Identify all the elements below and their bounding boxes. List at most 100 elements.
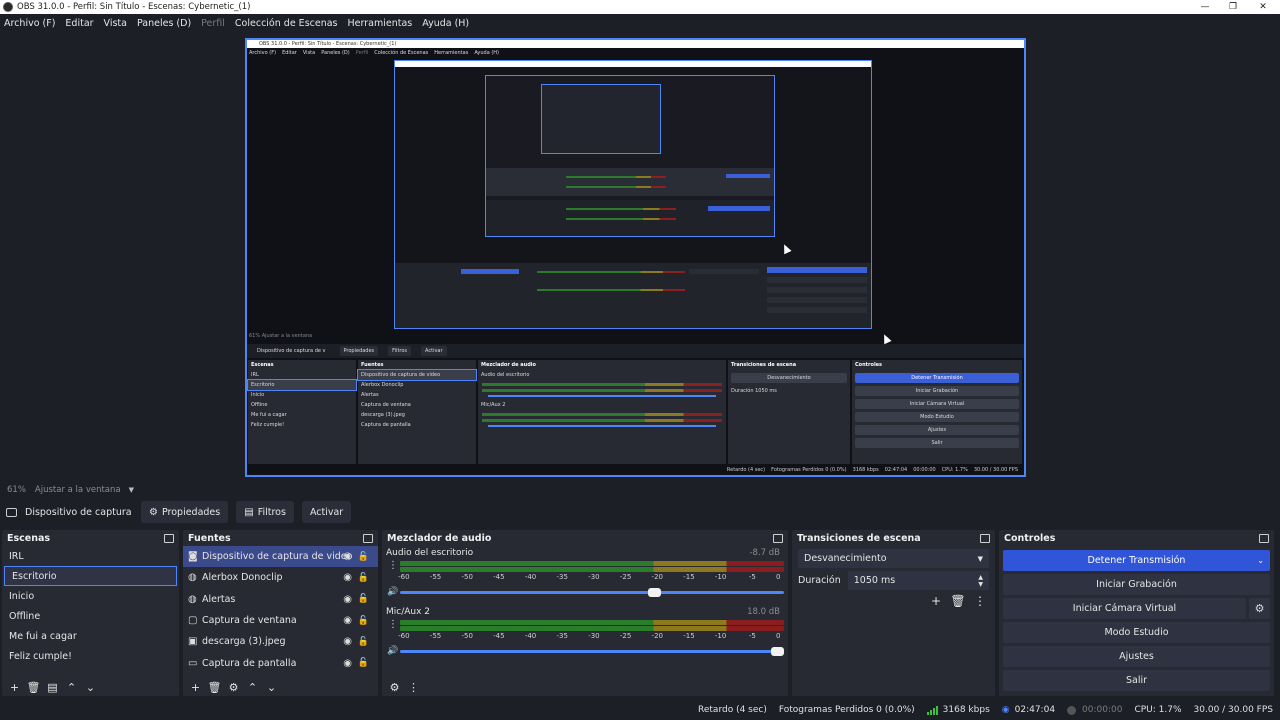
scene-item[interactable]: Offline bbox=[2, 606, 179, 626]
menu-vista[interactable]: Vista bbox=[104, 18, 127, 29]
lock-icon[interactable]: 🔓 bbox=[358, 573, 369, 583]
popout-icon[interactable] bbox=[164, 533, 174, 543]
eye-icon[interactable]: ◉ bbox=[343, 658, 352, 669]
popout-icon[interactable] bbox=[980, 533, 990, 543]
nested-source-name: Dispositivo de captura de v bbox=[257, 348, 326, 354]
filter-icon[interactable]: ▤ bbox=[45, 680, 60, 695]
gear-icon[interactable]: ⚙ bbox=[1249, 598, 1270, 619]
selected-source-name: Dispositivo de captura de v bbox=[25, 506, 131, 518]
eye-icon[interactable]: ◉ bbox=[343, 594, 352, 605]
nested-status-item: Fotogramas Perdidos 0 (0.0%) bbox=[771, 467, 847, 473]
filter-icon: ▤ bbox=[244, 506, 254, 518]
settings-button[interactable]: Ajustes bbox=[1003, 646, 1270, 667]
source-item[interactable]: ▣ descarga (3).jpeg ◉ 🔓 bbox=[183, 631, 378, 652]
speaker-icon[interactable]: 🔊 bbox=[386, 646, 400, 656]
volume-slider-knob[interactable] bbox=[648, 587, 662, 597]
source-item[interactable]: ▭ Captura de pantalla ◉ 🔓 bbox=[183, 652, 378, 673]
trash-icon[interactable]: 🗑 bbox=[26, 680, 41, 695]
minimize-button[interactable]: — bbox=[1190, 0, 1220, 14]
add-icon[interactable]: + bbox=[927, 594, 945, 608]
zoom-level: 61% bbox=[7, 485, 26, 495]
properties-button[interactable]: ⚙ Propiedades bbox=[141, 501, 229, 523]
eye-icon[interactable]: ◉ bbox=[343, 572, 352, 583]
lock-icon[interactable]: 🔓 bbox=[358, 616, 369, 626]
zoom-fit-select[interactable]: Ajustar a la ventana bbox=[35, 485, 121, 495]
menu-ayuda[interactable]: Ayuda (H) bbox=[422, 18, 469, 29]
lock-icon[interactable]: 🔓 bbox=[358, 637, 369, 647]
source-item-selected[interactable]: ◙ Dispositivo de captura de video ◉ 🔓 bbox=[183, 546, 378, 568]
duration-row: Duración 1050 ms ▲ ▼ bbox=[798, 571, 989, 590]
duration-value: 1050 ms bbox=[853, 575, 896, 586]
gear-icon[interactable]: ⚙ bbox=[226, 680, 241, 695]
nested-menu-item: Herramientas bbox=[434, 50, 469, 56]
spin-arrows-icon[interactable]: ▲ ▼ bbox=[978, 574, 983, 588]
source-label: descarga (3).jpeg bbox=[202, 636, 286, 648]
source-item[interactable]: ▢ Captura de ventana ◉ 🔓 bbox=[183, 610, 378, 631]
channel-name: Audio del escritorio bbox=[386, 548, 474, 558]
nested-menu-item: Editar bbox=[282, 50, 297, 56]
volume-slider[interactable] bbox=[400, 587, 784, 597]
lock-icon[interactable]: 🔓 bbox=[358, 658, 369, 668]
menu-coleccion-escenas[interactable]: Colección de Escenas bbox=[235, 18, 338, 29]
menu-paneles[interactable]: Paneles (D) bbox=[137, 18, 191, 29]
scene-item-selected[interactable]: Escritorio bbox=[4, 566, 177, 586]
scale-tick: -60 bbox=[398, 573, 410, 581]
add-icon[interactable]: + bbox=[7, 680, 22, 695]
studio-mode-button[interactable]: Modo Estudio bbox=[1003, 622, 1270, 643]
chevron-down-icon[interactable]: ▼ bbox=[129, 486, 134, 494]
move-down-icon[interactable]: ⌄ bbox=[83, 680, 98, 695]
popout-icon[interactable] bbox=[1259, 533, 1269, 543]
menu-archivo[interactable]: Archivo (F) bbox=[4, 18, 55, 29]
chevron-down-icon[interactable]: ⌄ bbox=[1257, 556, 1264, 565]
duration-label: Duración bbox=[798, 575, 841, 586]
lock-icon[interactable]: 🔓 bbox=[358, 552, 369, 562]
trash-icon[interactable]: 🗑 bbox=[207, 680, 222, 695]
start-recording-button[interactable]: Iniciar Grabación bbox=[1003, 574, 1270, 595]
zoom-bar: 61% Ajustar a la ventana ▼ bbox=[0, 482, 1280, 498]
eye-icon[interactable]: ◉ bbox=[343, 551, 352, 562]
lock-icon[interactable]: 🔓 bbox=[358, 594, 369, 604]
kebab-menu-icon[interactable]: ⋮ bbox=[971, 594, 989, 608]
add-icon[interactable]: + bbox=[188, 680, 203, 695]
scene-item[interactable]: Feliz cumple! bbox=[2, 646, 179, 666]
trash-icon[interactable]: 🗑 bbox=[949, 594, 967, 608]
start-virtual-cam-button[interactable]: Iniciar Cámara Virtual bbox=[1003, 598, 1246, 619]
menu-herramientas[interactable]: Herramientas bbox=[348, 18, 413, 29]
source-item[interactable]: ◍ Alerbox Donoclip ◉ 🔓 bbox=[183, 567, 378, 588]
scene-item[interactable]: IRL bbox=[2, 546, 179, 566]
popout-icon[interactable] bbox=[363, 533, 373, 543]
kebab-menu-icon[interactable]: ⋮ bbox=[406, 680, 421, 695]
scenes-title: Escenas bbox=[7, 532, 51, 544]
volume-slider-knob[interactable] bbox=[771, 646, 784, 656]
scene-item[interactable]: Me fui a cagar bbox=[2, 626, 179, 646]
speaker-icon[interactable]: 🔊 bbox=[386, 587, 400, 597]
scale-tick: -35 bbox=[556, 573, 568, 581]
kebab-menu-icon[interactable]: ⋮ bbox=[386, 619, 400, 630]
activate-button[interactable]: Activar bbox=[301, 501, 352, 523]
move-up-icon[interactable]: ⌃ bbox=[64, 680, 79, 695]
volume-slider[interactable] bbox=[400, 646, 784, 656]
gear-icon[interactable]: ⚙ bbox=[387, 680, 402, 695]
kebab-menu-icon[interactable]: ⋮ bbox=[386, 560, 400, 571]
filters-button[interactable]: ▤ Filtros bbox=[236, 501, 294, 523]
preview-canvas[interactable]: OBS 31.0.0 - Perfil: Sin Título - Escena… bbox=[245, 38, 1026, 477]
stop-stream-button[interactable]: Detener Transmisión ⌄ bbox=[1003, 550, 1270, 571]
nested-sources-title: Fuentes bbox=[361, 362, 384, 368]
eye-icon[interactable]: ◉ bbox=[343, 636, 352, 647]
nested-scene-item: Offline bbox=[251, 402, 268, 408]
maximize-button[interactable]: ❐ bbox=[1218, 0, 1248, 14]
recursive-button bbox=[767, 267, 867, 273]
source-item[interactable]: ◍ Alertas ◉ 🔓 bbox=[183, 589, 378, 610]
move-down-icon[interactable]: ⌄ bbox=[264, 680, 279, 695]
move-up-icon[interactable]: ⌃ bbox=[245, 680, 260, 695]
duration-spinbox[interactable]: 1050 ms ▲ ▼ bbox=[847, 571, 989, 590]
nested-volume-slider bbox=[488, 395, 716, 397]
eye-icon[interactable]: ◉ bbox=[343, 615, 352, 626]
close-button[interactable]: ✕ bbox=[1248, 0, 1278, 14]
exit-button[interactable]: Salir bbox=[1003, 670, 1270, 691]
transition-select[interactable]: Desvanecimiento ▼ bbox=[798, 549, 989, 568]
scene-item[interactable]: Inicio bbox=[2, 586, 179, 606]
popout-icon[interactable] bbox=[773, 533, 783, 543]
menu-editar[interactable]: Editar bbox=[65, 18, 93, 29]
scale-tick: -30 bbox=[588, 632, 600, 640]
